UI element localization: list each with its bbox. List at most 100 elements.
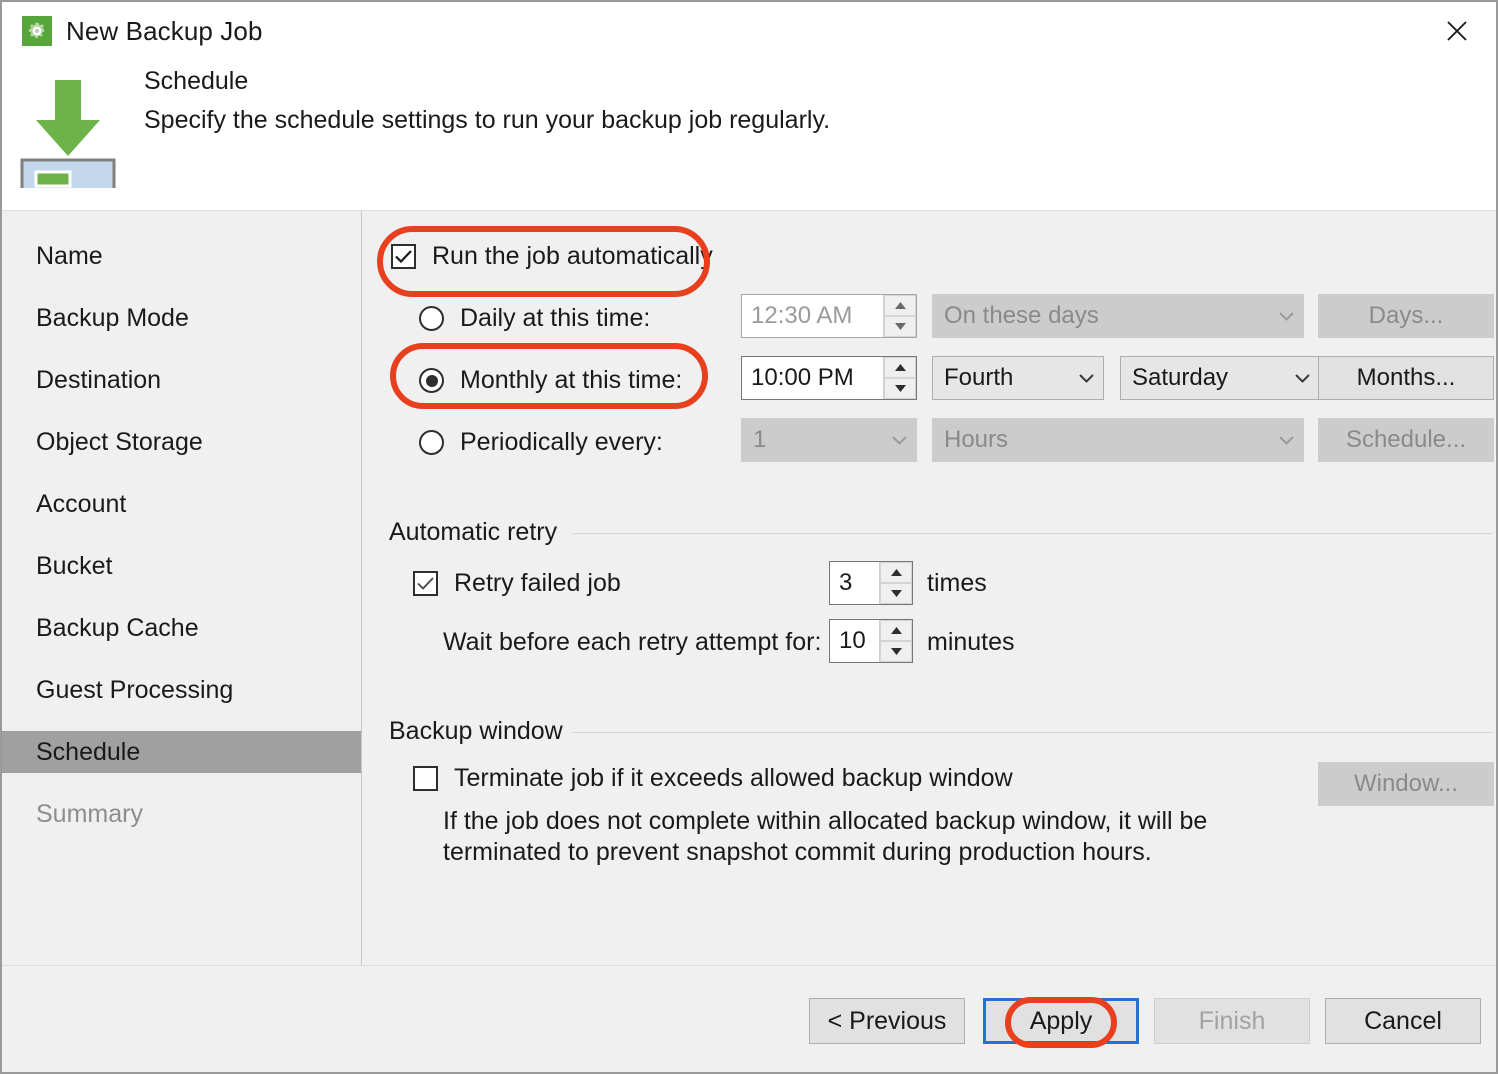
sidebar-item-bucket[interactable]: Bucket xyxy=(2,545,361,587)
stepper-down-icon[interactable] xyxy=(880,641,912,662)
days-button: Days... xyxy=(1318,294,1494,338)
daily-row[interactable]: Daily at this time: xyxy=(419,304,650,333)
download-arrow-icon xyxy=(20,68,116,188)
monthly-ordinal-dropdown[interactable]: Fourth xyxy=(932,356,1104,400)
monthly-time-value: 10:00 PM xyxy=(742,357,883,399)
stepper-up-icon[interactable] xyxy=(884,357,916,378)
daily-days-mode-value: On these days xyxy=(933,302,1269,330)
daily-days-mode-dropdown: On these days xyxy=(932,294,1304,338)
previous-button[interactable]: < Previous xyxy=(809,998,965,1044)
page-title: Schedule xyxy=(144,67,248,96)
retry-times-value: 3 xyxy=(830,562,879,604)
chevron-down-icon xyxy=(1285,374,1319,383)
page-subtitle: Specify the schedule settings to run you… xyxy=(144,106,830,135)
terminate-job-row[interactable]: Terminate job if it exceeds allowed back… xyxy=(413,764,1013,793)
window-button: Window... xyxy=(1318,762,1494,806)
wait-minutes-unit-label: minutes xyxy=(927,628,1015,657)
backup-window-group-title: Backup window xyxy=(389,717,573,746)
stepper-up-icon[interactable] xyxy=(880,562,912,583)
terminate-job-label: Terminate job if it exceeds allowed back… xyxy=(454,764,1013,793)
daily-radio[interactable] xyxy=(419,306,444,331)
sidebar-item-object-storage[interactable]: Object Storage xyxy=(2,421,361,463)
sidebar-item-name[interactable]: Name xyxy=(2,235,361,277)
radio-dot xyxy=(426,375,438,387)
sidebar-item-label: Summary xyxy=(36,800,143,829)
monthly-row[interactable]: Monthly at this time: xyxy=(419,366,682,395)
sidebar-item-label: Schedule xyxy=(36,738,140,767)
run-automatically-checkbox[interactable] xyxy=(391,244,416,269)
retry-times-stepper[interactable] xyxy=(879,562,912,604)
sidebar-item-label: Backup Cache xyxy=(36,614,199,643)
sidebar-item-guest-processing[interactable]: Guest Processing xyxy=(2,669,361,711)
stepper-down-icon[interactable] xyxy=(884,378,916,399)
sidebar-item-label: Guest Processing xyxy=(36,676,233,705)
sidebar-item-label: Object Storage xyxy=(36,428,203,457)
backup-window-description-line1: If the job does not complete within allo… xyxy=(443,807,1207,836)
sidebar-item-label: Bucket xyxy=(36,552,112,581)
daily-label: Daily at this time: xyxy=(460,304,650,333)
periodically-unit-dropdown: Hours xyxy=(932,418,1304,462)
stepper-up-icon[interactable] xyxy=(884,295,916,316)
finish-button: Finish xyxy=(1154,998,1310,1044)
backup-window-divider xyxy=(568,732,1493,733)
retry-failed-label: Retry failed job xyxy=(454,569,621,598)
monthly-radio[interactable] xyxy=(419,368,444,393)
monthly-time-field[interactable]: 10:00 PM xyxy=(741,356,917,400)
run-automatically-row[interactable]: Run the job automatically xyxy=(391,242,713,271)
periodically-radio[interactable] xyxy=(419,430,444,455)
backup-window-description-line2: terminated to prevent snapshot commit du… xyxy=(443,838,1152,867)
run-automatically-label: Run the job automatically xyxy=(432,242,713,271)
sidebar-item-label: Backup Mode xyxy=(36,304,189,333)
new-backup-job-dialog: New Backup Job Schedule Specify the sche… xyxy=(0,0,1498,1074)
monthly-weekday-dropdown[interactable]: Saturday xyxy=(1120,356,1320,400)
periodically-row[interactable]: Periodically every: xyxy=(419,428,663,457)
stepper-down-icon[interactable] xyxy=(884,316,916,337)
sidebar-item-schedule[interactable]: Schedule xyxy=(2,731,361,773)
periodically-unit-value: Hours xyxy=(933,426,1269,454)
periodically-label: Periodically every: xyxy=(460,428,663,457)
daily-time-value: 12:30 AM xyxy=(742,295,883,337)
monthly-weekday-value: Saturday xyxy=(1121,364,1285,392)
periodic-schedule-button: Schedule... xyxy=(1318,418,1494,462)
dialog-footer: < Previous Apply Finish Cancel xyxy=(2,965,1496,1072)
wait-minutes-stepper[interactable] xyxy=(879,620,912,662)
retry-failed-row[interactable]: Retry failed job xyxy=(413,569,621,598)
sidebar-item-label: Name xyxy=(36,242,103,271)
close-icon[interactable] xyxy=(1434,10,1480,52)
daily-time-field[interactable]: 12:30 AM xyxy=(741,294,917,338)
dialog-body: Name Backup Mode Destination Object Stor… xyxy=(2,210,1496,965)
chevron-down-icon xyxy=(1069,374,1103,383)
automatic-retry-group-title: Automatic retry xyxy=(389,518,567,547)
apply-button[interactable]: Apply xyxy=(983,998,1139,1044)
terminate-job-checkbox[interactable] xyxy=(413,766,438,791)
stepper-up-icon[interactable] xyxy=(880,620,912,641)
sidebar-item-destination[interactable]: Destination xyxy=(2,359,361,401)
gear-icon xyxy=(22,16,52,46)
monthly-time-stepper[interactable] xyxy=(883,357,916,399)
monthly-label: Monthly at this time: xyxy=(460,366,682,395)
schedule-settings-pane: Run the job automatically Daily at this … xyxy=(363,211,1496,965)
months-button[interactable]: Months... xyxy=(1318,356,1494,400)
wizard-steps-sidebar: Name Backup Mode Destination Object Stor… xyxy=(2,211,362,965)
sidebar-item-label: Destination xyxy=(36,366,161,395)
chevron-down-icon xyxy=(882,436,916,445)
daily-time-stepper[interactable] xyxy=(883,295,916,337)
retry-times-field[interactable]: 3 xyxy=(829,561,913,605)
stepper-down-icon[interactable] xyxy=(880,583,912,604)
sidebar-item-summary: Summary xyxy=(2,793,361,835)
sidebar-item-backup-cache[interactable]: Backup Cache xyxy=(2,607,361,649)
retry-times-unit-label: times xyxy=(927,569,987,598)
window-title: New Backup Job xyxy=(66,16,263,47)
wait-retry-label: Wait before each retry attempt for: xyxy=(443,628,821,657)
cancel-button[interactable]: Cancel xyxy=(1325,998,1481,1044)
periodically-interval-dropdown: 1 xyxy=(741,418,917,462)
sidebar-item-backup-mode[interactable]: Backup Mode xyxy=(2,297,361,339)
title-bar: New Backup Job xyxy=(2,2,1496,60)
chevron-down-icon xyxy=(1269,436,1303,445)
page-header: Schedule Specify the schedule settings t… xyxy=(2,60,1496,210)
wait-minutes-field[interactable]: 10 xyxy=(829,619,913,663)
chevron-down-icon xyxy=(1269,312,1303,321)
wait-minutes-value: 10 xyxy=(830,620,879,662)
retry-failed-checkbox[interactable] xyxy=(413,571,438,596)
sidebar-item-account[interactable]: Account xyxy=(2,483,361,525)
